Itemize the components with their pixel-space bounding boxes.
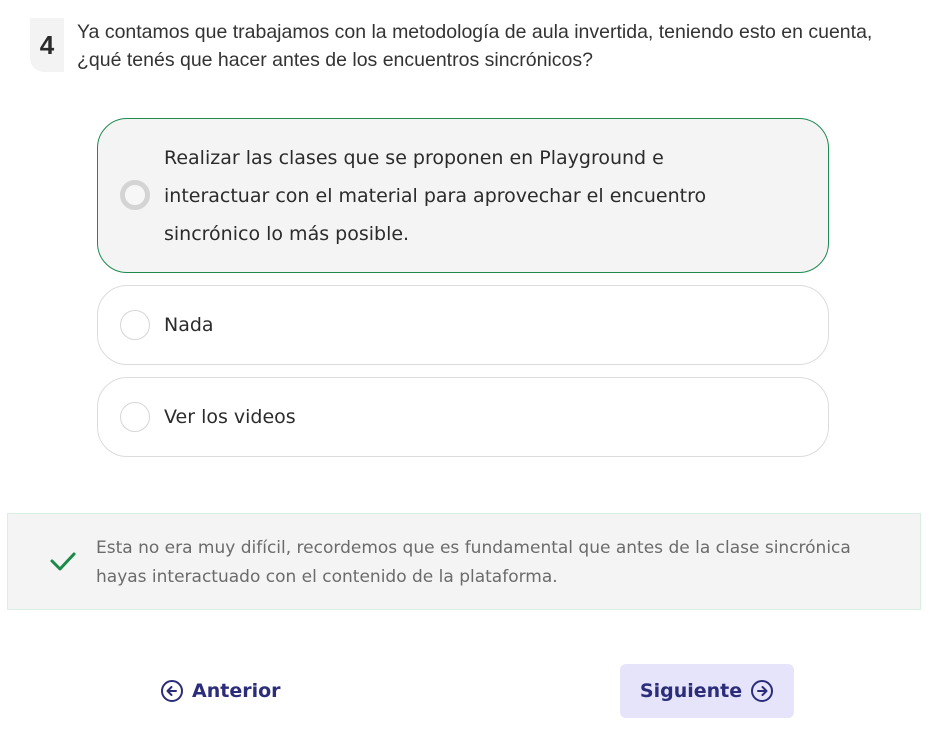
radio-button[interactable] <box>120 402 150 432</box>
answer-option-3[interactable]: Ver los videos <box>97 377 829 457</box>
quiz-page: 4 Ya contamos que trabajamos con la meto… <box>0 0 933 744</box>
answer-option-label: Nada <box>164 314 214 336</box>
question-text: Ya contamos que trabajamos con la metodo… <box>77 21 873 71</box>
answer-option-1[interactable]: Realizar las clases que se proponen en P… <box>97 118 829 273</box>
check-icon <box>50 552 76 571</box>
answer-option-label: Realizar las clases que se proponen en P… <box>164 147 707 245</box>
previous-button-label: Anterior <box>192 680 281 702</box>
radio-button-selected[interactable] <box>120 180 150 210</box>
next-button-label: Siguiente <box>639 680 743 702</box>
radio-button[interactable] <box>120 310 150 340</box>
previous-button[interactable]: Anterior <box>160 670 281 712</box>
feedback-text: Esta no era muy difícil, recordemos que … <box>96 538 851 587</box>
answer-option-2[interactable]: Nada <box>97 285 829 365</box>
next-button[interactable]: Siguiente <box>620 664 794 718</box>
answer-option-label: Ver los videos <box>164 406 296 428</box>
arrow-right-circle-icon <box>751 680 774 702</box>
arrow-left-circle-icon <box>161 680 183 702</box>
question-number: 4 <box>30 18 64 72</box>
feedback-box: Esta no era muy difícil, recordemos que … <box>7 513 921 610</box>
